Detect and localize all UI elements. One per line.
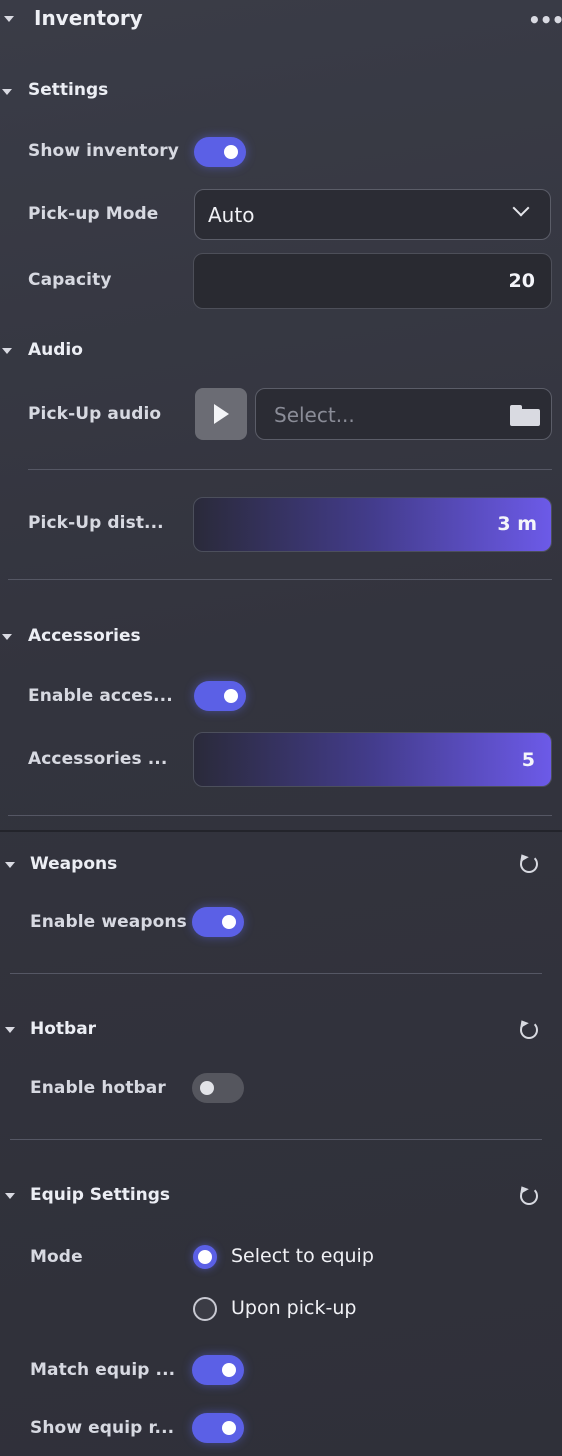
capacity-value: 20	[508, 270, 535, 292]
match-equip-label: Match equip ...	[30, 1360, 176, 1380]
more-dots-icon[interactable]: •••	[528, 8, 562, 32]
match-equip-toggle[interactable]	[192, 1355, 244, 1385]
weapons-caret-icon[interactable]	[5, 862, 15, 868]
toggle-knob	[222, 1421, 236, 1435]
accessories-caret-icon[interactable]	[2, 634, 12, 640]
show-inventory-toggle[interactable]	[194, 137, 246, 167]
divider	[28, 469, 552, 470]
audio-file-placeholder: Select...	[274, 403, 355, 427]
pickup-mode-select[interactable]: Auto	[194, 189, 551, 240]
audio-file-select[interactable]: Select...	[255, 388, 552, 440]
capacity-label: Capacity	[28, 270, 112, 290]
enable-accessories-label: Enable acces...	[28, 686, 173, 706]
panel-title: Inventory	[34, 6, 143, 30]
toggle-knob	[222, 915, 236, 929]
audio-caret-icon[interactable]	[2, 348, 12, 354]
pickup-mode-value: Auto	[208, 203, 255, 227]
equip-heading[interactable]: Equip Settings	[30, 1185, 170, 1205]
enable-weapons-toggle[interactable]	[192, 907, 244, 937]
pickup-distance-slider[interactable]: 3 m	[193, 497, 552, 552]
settings-heading[interactable]: Settings	[28, 80, 108, 100]
toggle-knob	[222, 1363, 236, 1377]
toggle-knob	[224, 145, 238, 159]
enable-hotbar-toggle[interactable]	[192, 1073, 244, 1103]
play-button[interactable]	[195, 388, 247, 440]
pickup-distance-label: Pick-Up dist...	[28, 513, 164, 533]
settings-caret-icon[interactable]	[2, 89, 12, 95]
show-equip-toggle[interactable]	[192, 1413, 244, 1443]
accessories-heading[interactable]: Accessories	[28, 626, 141, 646]
radio-upon-pickup-label[interactable]: Upon pick-up	[231, 1297, 356, 1319]
audio-heading[interactable]: Audio	[28, 340, 83, 360]
show-equip-label: Show equip r...	[30, 1418, 175, 1438]
reset-icon[interactable]	[520, 1187, 538, 1205]
accessories-count-label: Accessories ...	[28, 749, 168, 769]
enable-accessories-toggle[interactable]	[194, 681, 246, 711]
hotbar-caret-icon[interactable]	[5, 1027, 15, 1033]
accessories-count-value: 5	[521, 749, 535, 771]
show-inventory-label: Show inventory	[28, 141, 179, 161]
equip-mode-label: Mode	[30, 1247, 83, 1267]
play-icon	[214, 404, 229, 424]
toggle-knob	[200, 1081, 214, 1095]
capacity-input[interactable]: 20	[193, 253, 552, 309]
folder-icon	[510, 405, 540, 426]
reset-icon[interactable]	[520, 1021, 538, 1039]
equip-caret-icon[interactable]	[5, 1193, 15, 1199]
divider	[10, 1139, 542, 1140]
collapse-caret-icon[interactable]	[4, 16, 14, 22]
weapons-heading[interactable]: Weapons	[30, 854, 117, 874]
divider	[8, 815, 552, 816]
pickup-mode-label: Pick-up Mode	[28, 204, 159, 224]
radio-select-to-equip[interactable]	[193, 1245, 217, 1269]
divider	[10, 973, 542, 974]
chevron-down-icon	[512, 199, 530, 217]
hotbar-heading[interactable]: Hotbar	[30, 1019, 96, 1039]
divider	[8, 579, 552, 580]
accessories-count-slider[interactable]: 5	[193, 732, 552, 787]
enable-hotbar-label: Enable hotbar	[30, 1078, 166, 1098]
reset-icon[interactable]	[520, 855, 538, 873]
radio-upon-pickup[interactable]	[193, 1297, 217, 1321]
radio-select-to-equip-label[interactable]: Select to equip	[231, 1245, 374, 1267]
pickup-audio-label: Pick-Up audio	[28, 404, 162, 424]
pickup-distance-value: 3 m	[497, 513, 537, 535]
enable-weapons-label: Enable weapons	[30, 912, 187, 932]
toggle-knob	[224, 689, 238, 703]
panel-split	[0, 830, 562, 832]
